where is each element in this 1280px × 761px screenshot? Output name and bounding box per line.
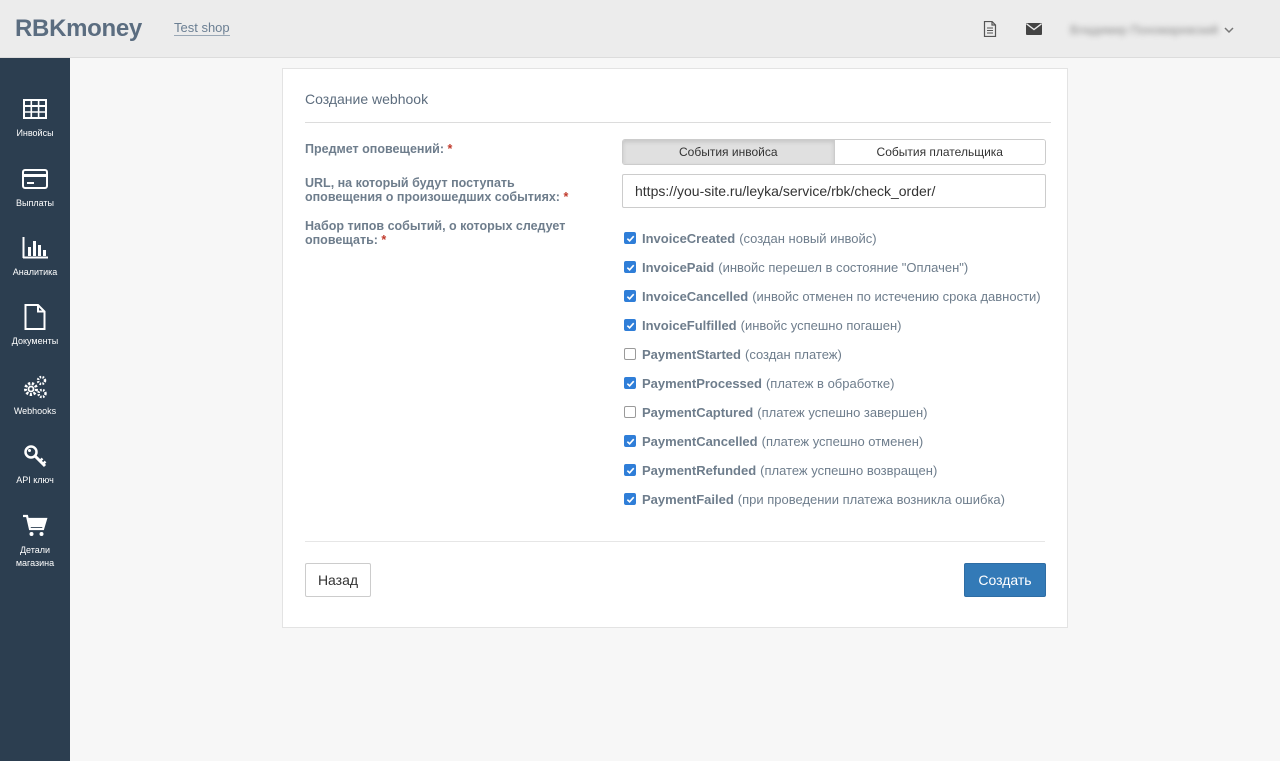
- back-button[interactable]: Назад: [305, 563, 371, 597]
- shop-link[interactable]: Test shop: [174, 21, 230, 36]
- event-description: (создан новый инвойс): [739, 230, 877, 246]
- check-icon: [626, 322, 634, 329]
- check-icon: [626, 235, 634, 242]
- table-icon: [22, 96, 48, 122]
- check-icon: [626, 380, 634, 387]
- user-menu[interactable]: Владимир Пономаревский: [1070, 21, 1235, 39]
- document-icon[interactable]: [981, 20, 999, 38]
- event-checkbox-row[interactable]: InvoicePaid (инвойс перешел в состояние "…: [624, 259, 968, 275]
- check-icon: [626, 496, 634, 503]
- bar-chart-icon: [22, 235, 48, 261]
- event-description: (платеж успешно возвращен): [760, 462, 938, 478]
- event-name: InvoiceCreated: [642, 230, 736, 246]
- event-checkbox[interactable]: [624, 493, 636, 505]
- event-checkbox-row[interactable]: InvoiceFulfilled (инвойс успешно погашен): [624, 317, 901, 333]
- event-name: PaymentProcessed: [642, 375, 762, 391]
- webhook-form-card: Создание webhook Предмет оповещений: * С…: [282, 68, 1068, 628]
- sidebar-item-shop-details[interactable]: Детали магазина: [0, 513, 70, 570]
- title-divider: [305, 122, 1051, 123]
- credit-card-icon: [22, 166, 48, 192]
- event-checkbox[interactable]: [624, 406, 636, 418]
- event-description: (инвойс успешно погашен): [740, 317, 902, 333]
- event-checkbox[interactable]: [624, 290, 636, 302]
- event-name: InvoiceCancelled: [642, 288, 749, 304]
- footer-divider: [305, 541, 1045, 542]
- event-checkbox-row[interactable]: PaymentCancelled (платеж успешно отменен): [624, 433, 923, 449]
- top-bar: RBKmoney Test shop Владимир Пономаревски…: [0, 0, 1280, 58]
- event-checkbox-row[interactable]: PaymentStarted (создан платеж): [624, 346, 842, 362]
- event-checkbox-row[interactable]: PaymentProcessed (платеж в обработке): [624, 375, 894, 391]
- event-description: (инвойс отменен по истечению срока давно…: [752, 288, 1041, 304]
- required-mark: *: [563, 190, 569, 204]
- check-icon: [626, 264, 634, 271]
- sidebar: Инвойсы Выплаты Аналитика Документы Webh…: [0, 58, 70, 761]
- event-name: InvoiceFulfilled: [642, 317, 737, 333]
- event-description: (при проведении платежа возникла ошибка): [737, 491, 1005, 507]
- sidebar-item-label: Выплаты: [16, 198, 54, 208]
- sidebar-item-label: Webhooks: [13, 406, 57, 416]
- sidebar-item-label: Инвойсы: [16, 128, 54, 138]
- event-description: (платеж в обработке): [765, 375, 895, 391]
- sidebar-item-label: Детали магазина: [15, 545, 55, 568]
- check-icon: [626, 467, 634, 474]
- sidebar-item-analytics[interactable]: Аналитика: [0, 235, 70, 279]
- event-checkbox[interactable]: [624, 319, 636, 331]
- event-checkbox[interactable]: [624, 232, 636, 244]
- event-checkbox-row[interactable]: InvoiceCancelled (инвойс отменен по истеч…: [624, 288, 1041, 304]
- event-checkbox[interactable]: [624, 377, 636, 389]
- user-name: Владимир Пономаревский: [1070, 23, 1219, 37]
- event-name: PaymentFailed: [642, 491, 734, 507]
- event-name: PaymentCaptured: [642, 404, 754, 420]
- sidebar-item-payouts[interactable]: Выплаты: [0, 166, 70, 210]
- sidebar-item-label: Документы: [11, 336, 59, 346]
- event-name: PaymentStarted: [642, 346, 741, 362]
- create-button[interactable]: Создать: [964, 563, 1046, 597]
- event-description: (платеж успешно отменен): [761, 433, 924, 449]
- chevron-down-icon: [1224, 27, 1234, 34]
- event-checkbox-row[interactable]: PaymentFailed (при проведении платежа воз…: [624, 491, 1005, 507]
- event-checkbox[interactable]: [624, 261, 636, 273]
- check-icon: [626, 438, 634, 445]
- event-checkbox[interactable]: [624, 464, 636, 476]
- required-mark: *: [447, 142, 453, 156]
- sidebar-item-api-key[interactable]: API ключ: [0, 443, 70, 487]
- sidebar-item-label: Аналитика: [12, 267, 58, 277]
- subject-option-customer-events[interactable]: События плательщика: [834, 140, 1045, 164]
- sidebar-item-invoices[interactable]: Инвойсы: [0, 96, 70, 140]
- sidebar-item-documents[interactable]: Документы: [0, 304, 70, 348]
- event-name: InvoicePaid: [642, 259, 715, 275]
- event-name: PaymentCancelled: [642, 433, 758, 449]
- event-description: (платеж успешно завершен): [757, 404, 928, 420]
- url-input[interactable]: [622, 174, 1046, 208]
- document-icon: [22, 304, 48, 330]
- event-checkbox-row[interactable]: InvoiceCreated (создан новый инвойс): [624, 230, 877, 246]
- event-name: PaymentRefunded: [642, 462, 757, 478]
- subject-option-invoice-events[interactable]: События инвойса: [623, 140, 835, 164]
- subject-toggle: События инвойса События плательщика: [622, 139, 1046, 165]
- event-description: (инвойс перешел в состояние "Оплачен"): [718, 259, 969, 275]
- mail-icon[interactable]: [1025, 20, 1043, 38]
- event-checkbox-row[interactable]: PaymentRefunded (платеж успешно возвращен…: [624, 462, 937, 478]
- logo[interactable]: RBKmoney: [15, 15, 142, 43]
- subject-label: Предмет оповещений: *: [305, 142, 453, 156]
- required-mark: *: [381, 233, 387, 247]
- url-label: URL, на который будут поступать оповещен…: [305, 176, 569, 204]
- sidebar-item-webhooks[interactable]: Webhooks: [0, 374, 70, 418]
- page-title: Создание webhook: [305, 91, 429, 107]
- event-checkbox[interactable]: [624, 348, 636, 360]
- event-description: (создан платеж): [744, 346, 842, 362]
- sidebar-item-label: API ключ: [16, 475, 54, 485]
- event-checkbox-row[interactable]: PaymentCaptured (платеж успешно завершен): [624, 404, 928, 420]
- gears-icon: [22, 374, 48, 400]
- check-icon: [626, 293, 634, 300]
- cart-icon: [22, 513, 48, 539]
- events-label: Набор типов событий, о которых следует о…: [305, 219, 566, 247]
- key-icon: [22, 443, 48, 469]
- event-checkbox[interactable]: [624, 435, 636, 447]
